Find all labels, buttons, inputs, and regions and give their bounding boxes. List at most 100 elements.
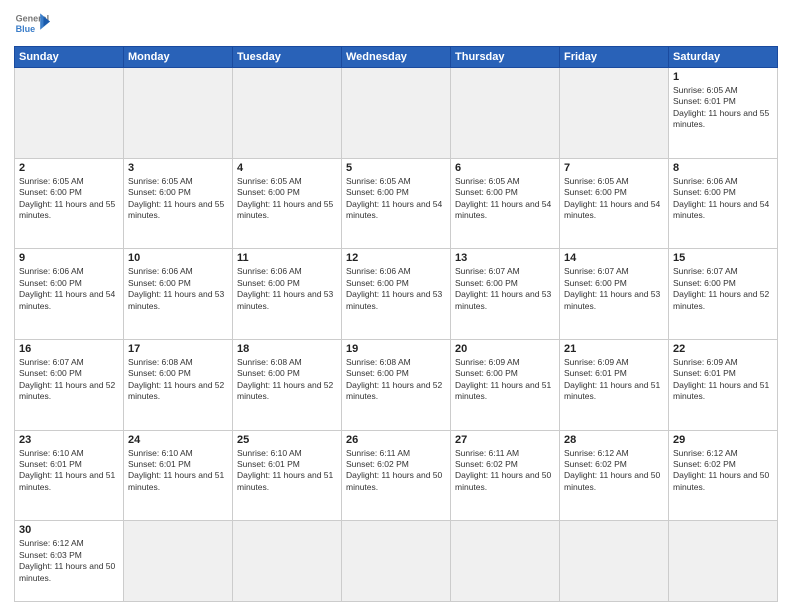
cell-info: Sunrise: 6:08 AMSunset: 6:00 PMDaylight:…: [237, 357, 337, 403]
calendar-cell: 23 Sunrise: 6:10 AMSunset: 6:01 PMDayligh…: [15, 430, 124, 521]
calendar-row-4: 23 Sunrise: 6:10 AMSunset: 6:01 PMDayligh…: [15, 430, 778, 521]
cell-info: Sunrise: 6:05 AMSunset: 6:00 PMDaylight:…: [128, 176, 228, 222]
cell-info: Sunrise: 6:09 AMSunset: 6:01 PMDaylight:…: [673, 357, 773, 403]
calendar-row-5: 30Sunrise: 6:12 AMSunset: 6:03 PMDayligh…: [15, 521, 778, 602]
cell-info: Sunrise: 6:08 AMSunset: 6:00 PMDaylight:…: [128, 357, 228, 403]
calendar-cell: 4 Sunrise: 6:05 AMSunset: 6:00 PMDaylight…: [233, 158, 342, 249]
calendar-cell: [124, 68, 233, 159]
day-number: 16: [19, 343, 119, 355]
day-number: 13: [455, 252, 555, 264]
logo: General Blue: [14, 10, 50, 38]
calendar-cell: 7 Sunrise: 6:05 AMSunset: 6:00 PMDaylight…: [560, 158, 669, 249]
calendar-cell: 16 Sunrise: 6:07 AMSunset: 6:00 PMDayligh…: [15, 339, 124, 430]
day-number: 17: [128, 343, 228, 355]
day-number: 6: [455, 162, 555, 174]
calendar-cell: [15, 68, 124, 159]
calendar-cell: [233, 521, 342, 602]
day-number: 29: [673, 434, 773, 446]
calendar-cell: 14Sunrise: 6:07 AMSunset: 6:00 PMDayligh…: [560, 249, 669, 340]
col-header-tuesday: Tuesday: [233, 47, 342, 68]
cell-info: Sunrise: 6:05 AMSunset: 6:00 PMDaylight:…: [19, 176, 119, 222]
cell-info: Sunrise: 6:05 AMSunset: 6:00 PMDaylight:…: [346, 176, 446, 222]
calendar-cell: [451, 521, 560, 602]
calendar-cell: 22 Sunrise: 6:09 AMSunset: 6:01 PMDayligh…: [669, 339, 778, 430]
day-number: 20: [455, 343, 555, 355]
calendar-table: SundayMondayTuesdayWednesdayThursdayFrid…: [14, 46, 778, 602]
calendar-cell: 19 Sunrise: 6:08 AMSunset: 6:00 PMDayligh…: [342, 339, 451, 430]
calendar-cell: [342, 521, 451, 602]
calendar-cell: [669, 521, 778, 602]
calendar-cell: 20Sunrise: 6:09 AMSunset: 6:00 PMDayligh…: [451, 339, 560, 430]
logo-icon: General Blue: [14, 10, 50, 38]
calendar-cell: [233, 68, 342, 159]
cell-info: Sunrise: 6:05 AMSunset: 6:00 PMDaylight:…: [564, 176, 664, 222]
calendar-cell: 18 Sunrise: 6:08 AMSunset: 6:00 PMDayligh…: [233, 339, 342, 430]
col-header-friday: Friday: [560, 47, 669, 68]
calendar-cell: 25 Sunrise: 6:10 AMSunset: 6:01 PMDayligh…: [233, 430, 342, 521]
day-number: 24: [128, 434, 228, 446]
day-number: 19: [346, 343, 446, 355]
calendar-cell: 3Sunrise: 6:05 AMSunset: 6:00 PMDaylight…: [124, 158, 233, 249]
calendar-cell: 9 Sunrise: 6:06 AMSunset: 6:00 PMDaylight…: [15, 249, 124, 340]
calendar-cell: 30Sunrise: 6:12 AMSunset: 6:03 PMDayligh…: [15, 521, 124, 602]
cell-info: Sunrise: 6:07 AMSunset: 6:00 PMDaylight:…: [19, 357, 119, 403]
cell-info: Sunrise: 6:11 AMSunset: 6:02 PMDaylight:…: [455, 448, 555, 494]
calendar-cell: [560, 521, 669, 602]
cell-info: Sunrise: 6:07 AMSunset: 6:00 PMDaylight:…: [564, 266, 664, 312]
calendar-cell: 15 Sunrise: 6:07 AMSunset: 6:00 PMDayligh…: [669, 249, 778, 340]
cell-info: Sunrise: 6:07 AMSunset: 6:00 PMDaylight:…: [455, 266, 555, 312]
calendar-cell: 21Sunrise: 6:09 AMSunset: 6:01 PMDayligh…: [560, 339, 669, 430]
calendar-cell: 13 Sunrise: 6:07 AMSunset: 6:00 PMDayligh…: [451, 249, 560, 340]
calendar-cell: 6 Sunrise: 6:05 AMSunset: 6:00 PMDaylight…: [451, 158, 560, 249]
calendar-cell: [451, 68, 560, 159]
cell-info: Sunrise: 6:07 AMSunset: 6:00 PMDaylight:…: [673, 266, 773, 312]
cell-info: Sunrise: 6:06 AMSunset: 6:00 PMDaylight:…: [19, 266, 119, 312]
cell-info: Sunrise: 6:11 AMSunset: 6:02 PMDaylight:…: [346, 448, 446, 494]
day-number: 23: [19, 434, 119, 446]
day-number: 1: [673, 71, 773, 83]
col-header-saturday: Saturday: [669, 47, 778, 68]
cell-info: Sunrise: 6:10 AMSunset: 6:01 PMDaylight:…: [237, 448, 337, 494]
day-number: 27: [455, 434, 555, 446]
calendar-cell: 26 Sunrise: 6:11 AMSunset: 6:02 PMDayligh…: [342, 430, 451, 521]
day-number: 26: [346, 434, 446, 446]
day-number: 7: [564, 162, 664, 174]
cell-info: Sunrise: 6:08 AMSunset: 6:00 PMDaylight:…: [346, 357, 446, 403]
calendar-cell: 17 Sunrise: 6:08 AMSunset: 6:00 PMDayligh…: [124, 339, 233, 430]
page: General Blue SundayMondayTuesdayWednesda…: [0, 0, 792, 612]
cell-info: Sunrise: 6:06 AMSunset: 6:00 PMDaylight:…: [128, 266, 228, 312]
day-number: 25: [237, 434, 337, 446]
cell-info: Sunrise: 6:05 AMSunset: 6:01 PMDaylight:…: [673, 85, 773, 131]
day-number: 18: [237, 343, 337, 355]
calendar-cell: 10 Sunrise: 6:06 AMSunset: 6:00 PMDayligh…: [124, 249, 233, 340]
cell-info: Sunrise: 6:06 AMSunset: 6:00 PMDaylight:…: [237, 266, 337, 312]
calendar-row-1: 2Sunrise: 6:05 AMSunset: 6:00 PMDaylight…: [15, 158, 778, 249]
col-header-monday: Monday: [124, 47, 233, 68]
cell-info: Sunrise: 6:10 AMSunset: 6:01 PMDaylight:…: [128, 448, 228, 494]
cell-info: Sunrise: 6:12 AMSunset: 6:02 PMDaylight:…: [673, 448, 773, 494]
calendar-row-0: 1 Sunrise: 6:05 AMSunset: 6:01 PMDaylight…: [15, 68, 778, 159]
day-number: 5: [346, 162, 446, 174]
cell-info: Sunrise: 6:05 AMSunset: 6:00 PMDaylight:…: [455, 176, 555, 222]
calendar-cell: 12Sunrise: 6:06 AMSunset: 6:00 PMDayligh…: [342, 249, 451, 340]
cell-info: Sunrise: 6:05 AMSunset: 6:00 PMDaylight:…: [237, 176, 337, 222]
calendar-header-row: SundayMondayTuesdayWednesdayThursdayFrid…: [15, 47, 778, 68]
day-number: 10: [128, 252, 228, 264]
svg-text:Blue: Blue: [16, 24, 36, 34]
day-number: 9: [19, 252, 119, 264]
calendar-cell: 11 Sunrise: 6:06 AMSunset: 6:00 PMDayligh…: [233, 249, 342, 340]
cell-info: Sunrise: 6:10 AMSunset: 6:01 PMDaylight:…: [19, 448, 119, 494]
col-header-sunday: Sunday: [15, 47, 124, 68]
col-header-thursday: Thursday: [451, 47, 560, 68]
calendar-cell: [342, 68, 451, 159]
day-number: 11: [237, 252, 337, 264]
calendar-cell: 8Sunrise: 6:06 AMSunset: 6:00 PMDaylight…: [669, 158, 778, 249]
calendar-cell: [560, 68, 669, 159]
day-number: 15: [673, 252, 773, 264]
calendar-cell: [124, 521, 233, 602]
day-number: 21: [564, 343, 664, 355]
day-number: 22: [673, 343, 773, 355]
day-number: 4: [237, 162, 337, 174]
day-number: 8: [673, 162, 773, 174]
day-number: 28: [564, 434, 664, 446]
